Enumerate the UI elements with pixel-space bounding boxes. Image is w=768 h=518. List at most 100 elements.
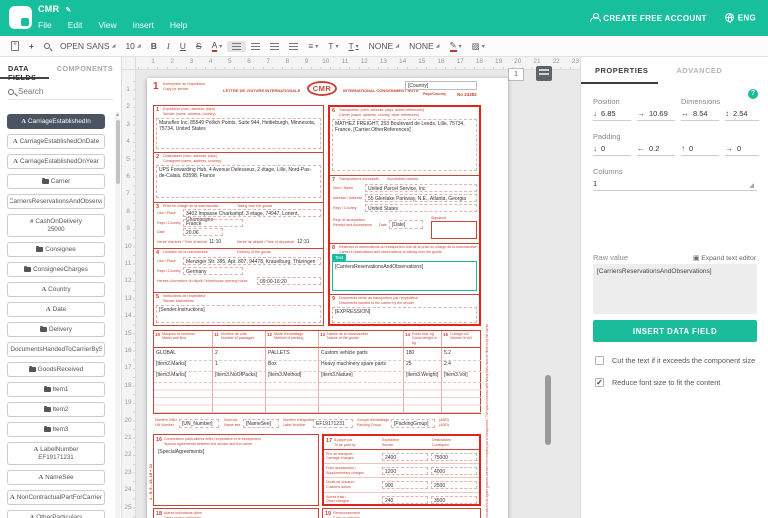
taking-over-place-field[interactable]: 3402 Impasse Charkampf, 3 etage, 74947, … (183, 209, 321, 217)
goods-cell[interactable]: Box (268, 361, 317, 367)
reduce-font-checkbox-row[interactable]: ✓ Reduce font size to fit the content (595, 378, 760, 387)
label-number-field[interactable]: EF19171231 (313, 419, 353, 428)
height-input[interactable]: ↕2.54 (725, 109, 759, 121)
padding-right-input[interactable]: →0 (725, 144, 759, 156)
field-item-Delivery[interactable]: Delivery (7, 322, 105, 337)
align-center-button[interactable] (246, 41, 265, 52)
successive-country-field[interactable]: United States (365, 204, 477, 212)
field-item-CarriageEstablishedOnYear[interactable]: ACarriageEstablishedOnYear (7, 154, 105, 169)
align-right-button[interactable] (265, 41, 284, 52)
field-item-Item1[interactable]: Item1 (7, 382, 105, 397)
menu-edit[interactable]: Edit (68, 20, 83, 30)
raw-value-textarea[interactable]: [CarriersReservationsAndObservations] (593, 264, 757, 314)
menu-help[interactable]: Help (170, 20, 187, 30)
field-item-OtherParticulars[interactable]: AOtherParticulars (7, 510, 105, 518)
goods-cell[interactable]: 180 (406, 350, 440, 356)
delivery-country-field[interactable]: Germany (183, 267, 243, 275)
goods-cell[interactable]: [Item3.Weight] (406, 372, 440, 378)
delivery-hours-field[interactable]: 09:00-16:20 (257, 277, 321, 285)
text-style-button[interactable]: T▾ (343, 39, 363, 53)
field-item-ConsigneeCharges[interactable]: ConsigneeCharges (7, 262, 105, 277)
position-x-input[interactable]: →10.69 (637, 109, 675, 121)
new-page-button[interactable] (6, 39, 24, 53)
taking-over-date-field[interactable]: 20.06 (183, 228, 223, 236)
move-tool-button[interactable]: + (24, 39, 39, 53)
goods-cell[interactable]: [Item3.Vol] (444, 372, 479, 378)
field-item-CarriersReservationsAndObserva...[interactable]: ACarriersReservationsAndObserva... (7, 194, 105, 209)
text-color-button[interactable]: A▾ (207, 39, 228, 54)
insert-data-field-button[interactable]: INSERT DATA FIELD (593, 320, 757, 342)
goods-cell[interactable]: 5.2 (444, 350, 479, 356)
language-selector[interactable]: ENG (725, 13, 756, 23)
tab-data-fields[interactable]: DATA FIELDS (0, 57, 49, 79)
field-item-Consignee[interactable]: Consignee (7, 242, 105, 257)
line-spacing-button[interactable]: ≡▾ (303, 39, 323, 53)
rename-icon[interactable]: ✎ (65, 7, 71, 14)
country-field[interactable]: [Country] (405, 81, 477, 90)
documents-field[interactable]: [EXPRESSION] (332, 307, 477, 323)
field-item-NameSee[interactable]: ANameSee (7, 470, 105, 485)
goods-cell[interactable]: [Item3.NoOfPacks] (215, 372, 264, 378)
padding-left-input[interactable]: ←0.2 (637, 144, 675, 156)
sender-field[interactable]: Manuflex Inc, 85549 Pollich Points, Suit… (156, 118, 321, 149)
goods-cell[interactable]: [Item3.Method] (268, 372, 317, 378)
width-input[interactable]: ↔8.54 (681, 109, 719, 121)
field-item-NonContractualPartForCarrier[interactable]: ANonContractualPartForCarrier (7, 490, 105, 505)
field-item-Country[interactable]: ACountry (7, 282, 105, 297)
receipt-date-field[interactable]: [Date] (389, 220, 423, 229)
charge-sender-field[interactable]: 900 (382, 481, 428, 489)
menu-file[interactable]: File (38, 20, 52, 30)
goods-cell[interactable]: PALLETS (268, 350, 317, 356)
field-item-Carrier[interactable]: Carrier (7, 174, 105, 189)
field-item-CashOnDelivery[interactable]: #CashOnDelivery25000 (7, 214, 105, 237)
underline-button[interactable]: U (175, 39, 191, 53)
pages-panel-icon[interactable] (536, 66, 552, 81)
create-account-button[interactable]: CREATE FREE ACCOUNT (590, 13, 706, 23)
field-item-CarriageEstablishedOnDate[interactable]: ACarriageEstablishedOnDate (7, 134, 105, 149)
name-see-field[interactable]: [NameSee] (243, 419, 279, 428)
tab-components[interactable]: COMPONENTS (49, 57, 121, 79)
cut-text-checkbox-row[interactable]: Cut the text if it exceeds the component… (595, 356, 760, 365)
goods-cell[interactable]: 25 (406, 361, 440, 367)
charge-consignee-field[interactable]: 2500 (431, 481, 477, 489)
carrier-field[interactable]: MATHEZ FREIGHT, 253 Boulevard de Leeds, … (332, 119, 477, 171)
field-item-GoodsReceived[interactable]: GoodsReceived (7, 362, 105, 377)
expand-text-editor-link[interactable]: ▣ Expand text editor (693, 254, 756, 262)
charge-consignee-field[interactable]: 75000 (431, 453, 477, 461)
sidebar-scrollbar[interactable]: ▲ (115, 112, 120, 518)
zoom-button[interactable] (39, 41, 55, 51)
charge-sender-field[interactable]: 2400 (382, 453, 428, 461)
tab-properties[interactable]: PROPERTIES (581, 66, 658, 84)
border-color-button[interactable]: ✎▾ (445, 39, 467, 54)
checkbox-icon[interactable]: ✓ (595, 378, 604, 387)
app-logo[interactable] (9, 6, 32, 29)
charge-sender-field[interactable]: 1200 (382, 467, 428, 475)
charge-sender-field[interactable]: 240 (382, 496, 428, 504)
checkbox-icon[interactable] (595, 356, 604, 365)
goods-cell[interactable]: Custom vehicle parts (321, 350, 402, 356)
align-justify-button[interactable] (284, 41, 303, 52)
sidebar-scroll-thumb[interactable] (116, 120, 120, 184)
vertical-align-button[interactable]: T▾ (323, 39, 343, 53)
position-y-input[interactable]: ↓6.85 (593, 109, 631, 121)
successive-signature-box[interactable] (431, 221, 477, 239)
page-number-indicator[interactable]: 1 (508, 68, 524, 81)
charge-consignee-field[interactable]: 3500 (431, 496, 477, 504)
menu-insert[interactable]: Insert (133, 20, 154, 30)
arrival-value[interactable]: 11:10 (209, 239, 221, 245)
strikethrough-button[interactable]: S (191, 39, 207, 53)
font-size-select[interactable]: 10 ◢ (120, 39, 145, 53)
successive-address-field[interactable]: 55 Glenlake Parkway, N.E., Atlanta, Geor… (365, 194, 477, 202)
departure-value[interactable]: 12:31 (297, 239, 310, 245)
align-left-button[interactable] (227, 41, 246, 52)
un-number-field[interactable]: [UN_Number] (179, 419, 219, 428)
columns-input[interactable]: 1 (593, 179, 757, 191)
goods-cell[interactable]: [Item2.Marks] (156, 361, 211, 367)
field-item-CarriageEstablishedIn[interactable]: ACarriageEstablishedIn (7, 114, 105, 129)
border-style-select[interactable]: NONE ◢ (364, 39, 404, 53)
successive-name-field[interactable]: United Parcel Service, Inc (365, 184, 477, 192)
search-box[interactable] (8, 87, 113, 100)
help-icon[interactable]: ? (748, 89, 758, 99)
canvas-scroll-thumb[interactable] (545, 375, 551, 445)
field-item-LabelNumber[interactable]: ALabelNumberEF19171231 (7, 442, 105, 465)
